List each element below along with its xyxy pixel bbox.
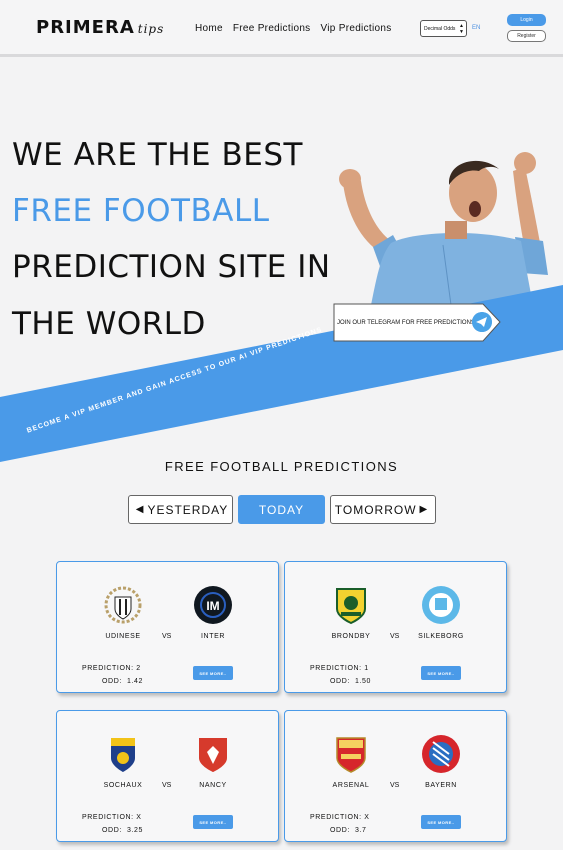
prediction-label: PREDICTION: [82, 665, 134, 672]
bayern-crest-icon [422, 735, 460, 773]
hero-title-line-2: FREE FOOTBALL [12, 193, 270, 229]
inter-crest-icon: IM [194, 586, 232, 624]
language-switch[interactable]: EN [472, 25, 480, 31]
match-card: UDINESE VS IM INTER PREDICTION: 2 ODD: 1… [56, 561, 279, 693]
prediction-text: PREDICTION: 1 [310, 665, 369, 672]
home-team-name: UDINESE [105, 633, 141, 640]
tomorrow-button[interactable]: TOMORROW ▶ [330, 495, 436, 524]
arsenal-crest-icon [336, 737, 366, 773]
home-team-name: SOCHAUX [103, 782, 143, 789]
site-header: PRIMERA tips Home Free Predictions Vip P… [0, 0, 563, 57]
prediction-value: 1 [364, 665, 369, 672]
telegram-icon [472, 312, 492, 332]
away-team-name: BAYERN [425, 782, 457, 789]
odd-text: ODD: 1.42 [102, 678, 143, 685]
udinese-crest-icon [104, 586, 142, 624]
prediction-label: PREDICTION: [82, 814, 134, 821]
odd-label: ODD: [102, 678, 122, 685]
celebrating-man-image [339, 152, 548, 305]
tomorrow-label: TOMORROW [334, 502, 417, 517]
see-more-button[interactable]: SEE MORE.. [421, 666, 461, 680]
register-button[interactable]: Register [507, 30, 546, 42]
odds-format-select[interactable]: Decimal Odds ▲ ▼ [420, 20, 467, 37]
logo-sub-text: tips [137, 22, 165, 36]
see-more-button[interactable]: SEE MORE.. [193, 815, 233, 829]
yesterday-label: YESTERDAY [147, 502, 229, 517]
odd-value: 3.25 [127, 827, 144, 834]
silkeborg-crest-icon [422, 586, 460, 624]
nav-home[interactable]: Home [195, 23, 223, 34]
vs-label: VS [162, 633, 172, 640]
select-arrows-icon: ▲ ▼ [459, 23, 464, 35]
odd-value: 1.42 [127, 678, 144, 685]
vs-label: VS [390, 633, 400, 640]
today-label: TODAY [258, 502, 305, 517]
nav-vip-predictions[interactable]: Vip Predictions [320, 23, 391, 34]
vs-label: VS [162, 782, 172, 789]
odd-label: ODD: [330, 827, 350, 834]
prediction-text: PREDICTION: X [82, 814, 142, 821]
odd-text: ODD: 1.50 [330, 678, 371, 685]
away-team-name: NANCY [199, 782, 227, 789]
prediction-value: X [136, 814, 142, 821]
sochaux-crest-icon [111, 738, 135, 772]
today-button[interactable]: TODAY [238, 495, 325, 524]
chevron-right-icon: ▶ [419, 504, 429, 515]
logo-main-text: PRIMERA [36, 17, 135, 38]
odd-value: 1.50 [355, 678, 372, 685]
hero-title-line-3: PREDICTION SITE IN [12, 249, 331, 285]
home-team-name: BRONDBY [331, 633, 371, 640]
telegram-cta-label: JOIN OUR TELEGRAM FOR FREE PREDICTIONS [337, 320, 475, 326]
svg-text:IM: IM [206, 599, 219, 613]
nav-free-predictions[interactable]: Free Predictions [233, 23, 311, 34]
vs-label: VS [390, 782, 400, 789]
brondby-crest-icon [336, 588, 366, 625]
odd-value: 3.7 [355, 827, 367, 834]
home-team-name: ARSENAL [332, 782, 370, 789]
away-team-name: SILKEBORG [418, 633, 464, 640]
hero-title-line-1: WE ARE THE BEST [12, 137, 303, 173]
login-button[interactable]: Login [507, 14, 546, 26]
odd-label: ODD: [102, 827, 122, 834]
see-more-button[interactable]: SEE MORE.. [421, 815, 461, 829]
away-team-name: INTER [201, 633, 225, 640]
yesterday-button[interactable]: ◀ YESTERDAY [128, 495, 233, 524]
site-logo[interactable]: PRIMERA tips [36, 17, 164, 38]
match-card: ARSENAL VS BAYERN PREDICTION: X ODD: 3.7… [284, 710, 507, 842]
prediction-value: X [364, 814, 370, 821]
prediction-label: PREDICTION: [310, 814, 362, 821]
odd-text: ODD: 3.25 [102, 827, 143, 834]
main-nav: Home Free Predictions Vip Predictions [195, 23, 402, 34]
free-predictions-title: FREE FOOTBALL PREDICTIONS [164, 459, 399, 474]
odd-label: ODD: [330, 678, 350, 685]
prediction-value: 2 [136, 665, 141, 672]
prediction-label: PREDICTION: [310, 665, 362, 672]
nancy-crest-icon [199, 738, 227, 772]
odds-format-value: Decimal Odds [424, 25, 456, 32]
match-card: BRONDBY VS SILKEBORG PREDICTION: 1 ODD: … [284, 561, 507, 693]
prediction-text: PREDICTION: 2 [82, 665, 141, 672]
match-card: SOCHAUX VS NANCY PREDICTION: X ODD: 3.25… [56, 710, 279, 842]
odd-text: ODD: 3.7 [330, 827, 367, 834]
chevron-left-icon: ◀ [135, 504, 145, 515]
see-more-button[interactable]: SEE MORE.. [193, 666, 233, 680]
prediction-text: PREDICTION: X [310, 814, 370, 821]
